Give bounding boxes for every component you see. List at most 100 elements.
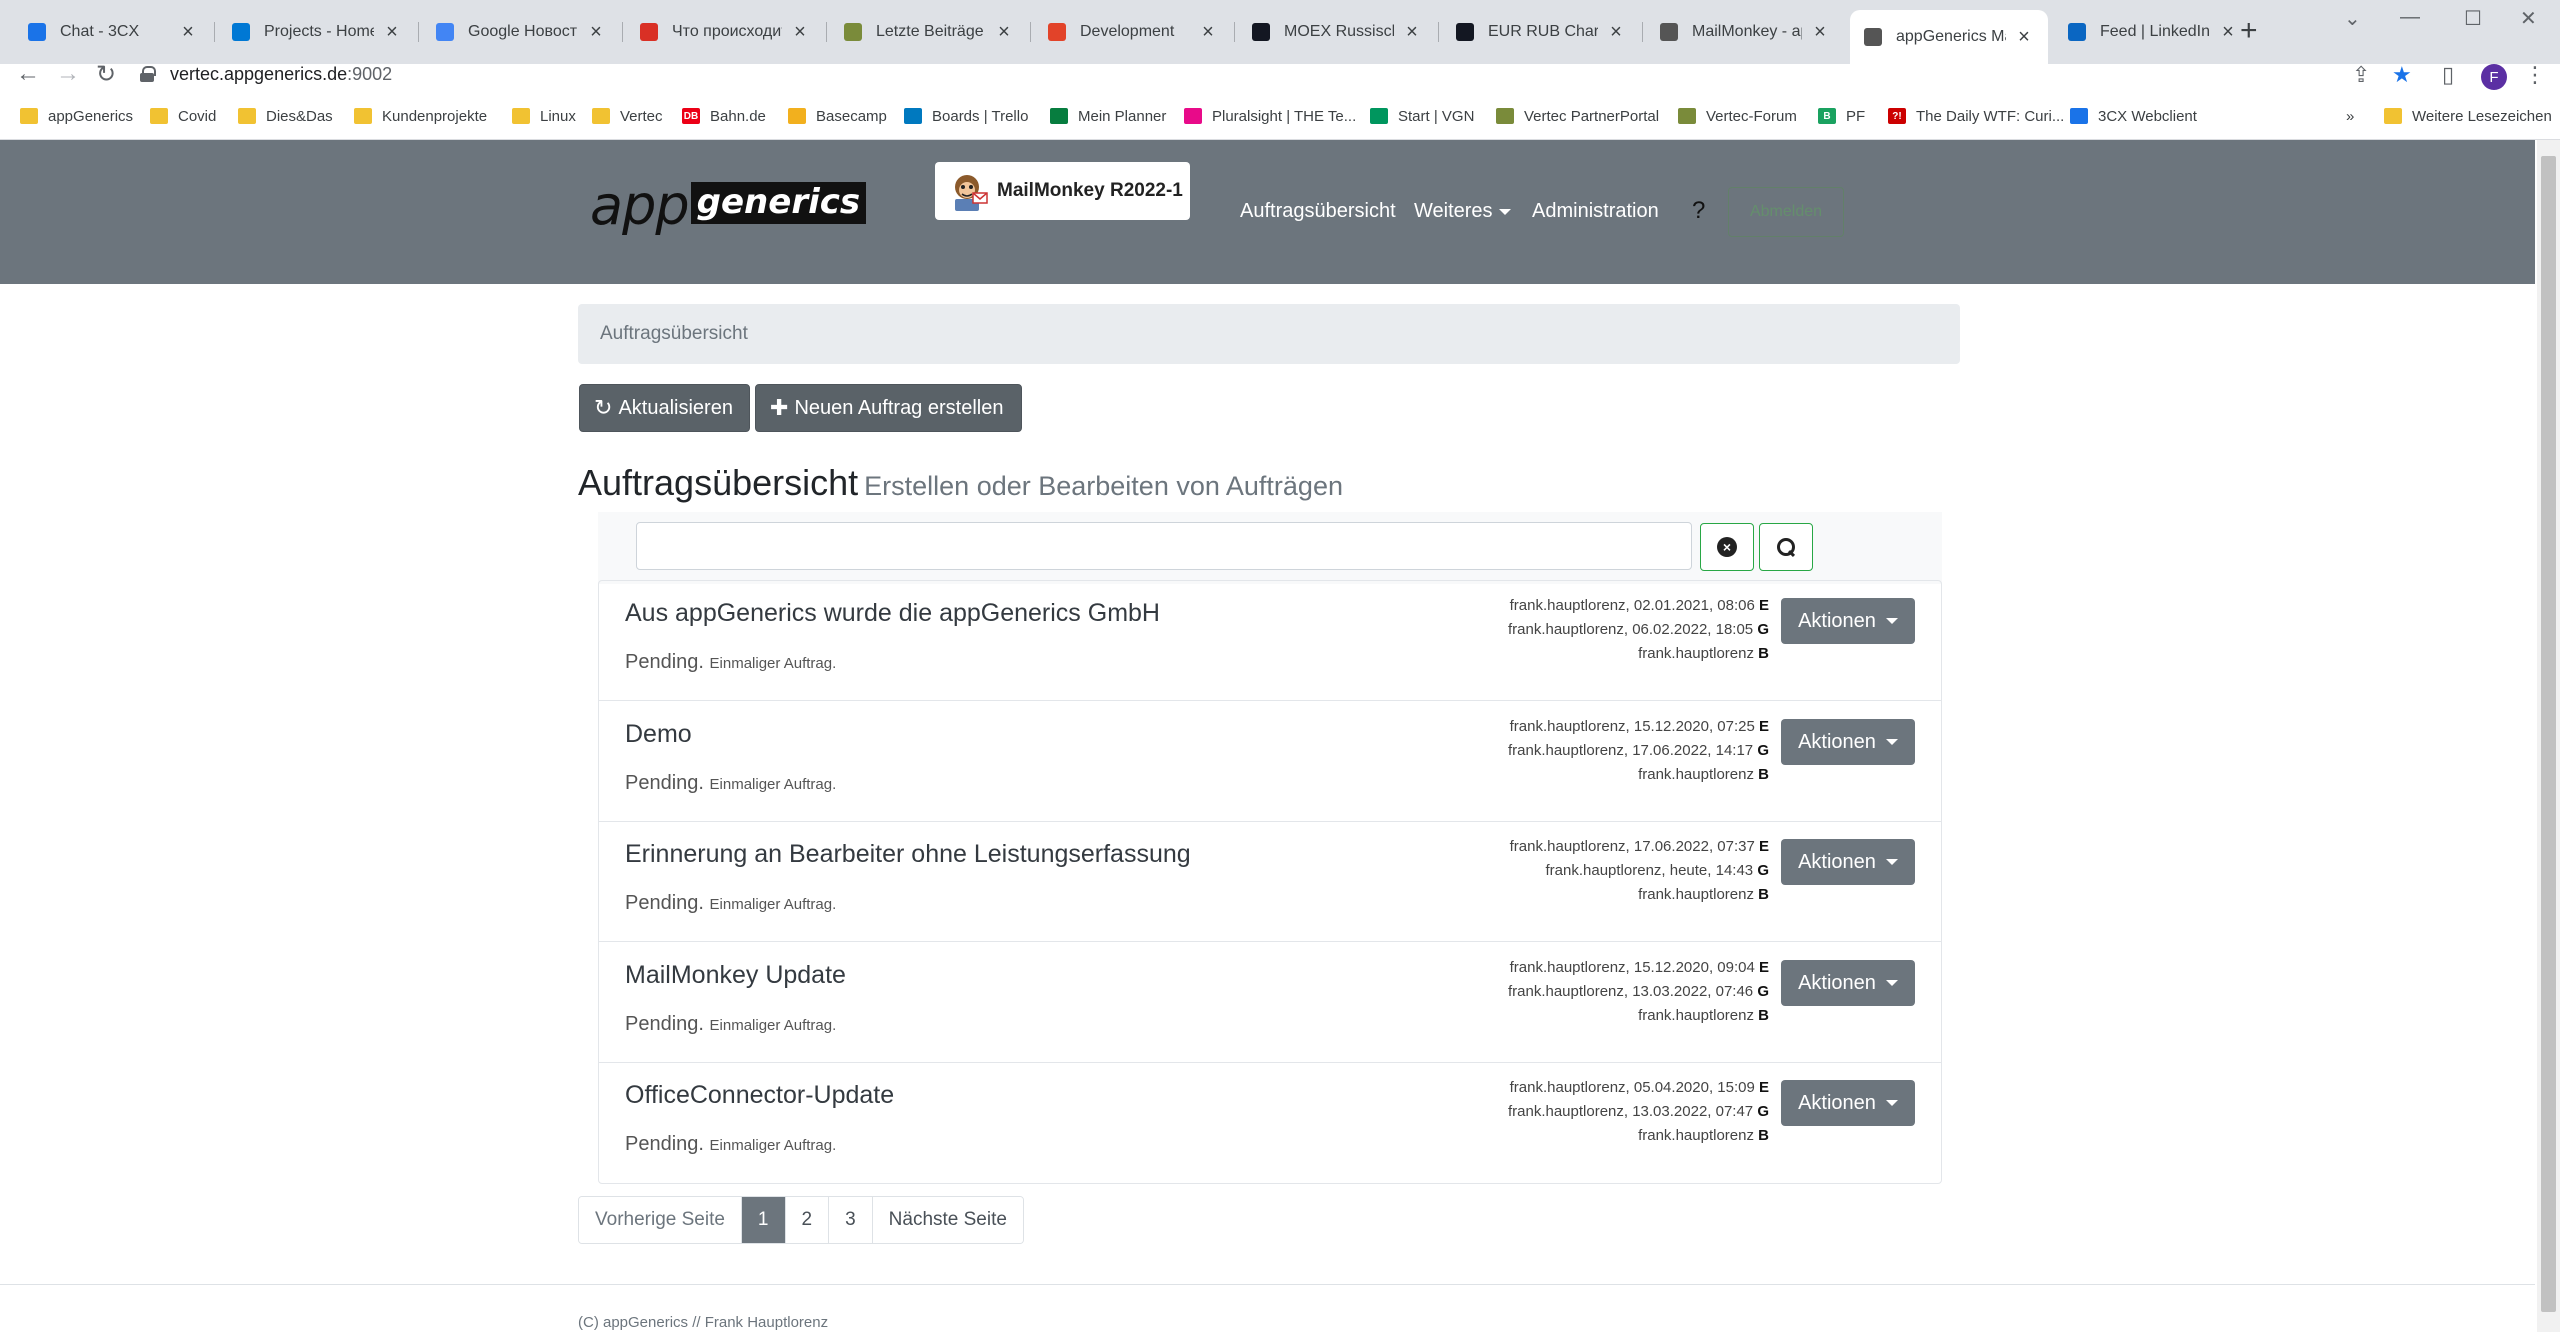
actions-dropdown-button[interactable]: Aktionen <box>1781 1080 1915 1126</box>
browser-tab[interactable]: Development × <box>1034 12 1232 52</box>
bookmark-item[interactable]: Mein Planner <box>1050 104 1166 128</box>
browser-tab[interactable]: Что происходит н × <box>626 12 824 52</box>
help-icon[interactable]: ? <box>1692 197 1705 225</box>
job-row[interactable]: Demo Pending. Einmaliger Auftrag. frank.ha… <box>599 702 1941 822</box>
prev-page-button[interactable]: Vorherige Seite <box>579 1197 742 1243</box>
window-minimize-icon[interactable]: — <box>2400 6 2420 29</box>
browser-menu-icon[interactable]: ⋮ <box>2524 62 2546 88</box>
tab-title: Development <box>1080 23 1175 40</box>
browser-tab[interactable]: MOEX Russischer I × <box>1238 12 1436 52</box>
search-input[interactable] <box>636 522 1692 570</box>
actions-dropdown-button[interactable]: Aktionen <box>1781 598 1915 644</box>
job-title[interactable]: MailMonkey Update <box>625 961 846 990</box>
nav-administration[interactable]: Administration <box>1532 200 1659 223</box>
close-tab-icon[interactable]: × <box>586 21 606 44</box>
actions-dropdown-button[interactable]: Aktionen <box>1781 839 1915 885</box>
reload-icon[interactable]: ↻ <box>96 60 116 89</box>
forward-icon[interactable]: → <box>56 60 80 88</box>
new-tab-icon[interactable]: + <box>2240 14 2258 48</box>
azure-devops-icon <box>232 23 250 41</box>
bookmark-item[interactable]: ?! The Daily WTF: Curi... <box>1888 104 2064 128</box>
scrollbar-thumb[interactable] <box>2541 156 2556 1312</box>
bookmark-item[interactable]: Vertec-Forum <box>1678 104 1797 128</box>
bookmark-item[interactable]: DB Bahn.de <box>682 104 766 128</box>
search-button[interactable] <box>1759 523 1813 571</box>
refresh-button[interactable]: ↻ Aktualisieren <box>579 384 750 432</box>
bookmark-item[interactable]: Vertec PartnerPortal <box>1496 104 1659 128</box>
minimize-icon[interactable]: ⌄ <box>2344 6 2361 31</box>
bookmark-item[interactable]: Vertec <box>592 104 663 128</box>
close-tab-icon[interactable]: × <box>178 21 198 44</box>
bookmark-item[interactable]: Linux <box>512 104 576 128</box>
job-title[interactable]: Erinnerung an Bearbeiter ohne Leistungse… <box>625 840 1191 869</box>
job-title[interactable]: Demo <box>625 720 692 749</box>
bookmark-item[interactable]: B PF <box>1818 104 1865 128</box>
bookmark-item[interactable]: Covid <box>150 104 216 128</box>
bookmarks-overflow[interactable]: » <box>2346 104 2354 128</box>
actions-dropdown-button[interactable]: Aktionen <box>1781 719 1915 765</box>
browser-tab[interactable]: appGenerics Maili × <box>1850 10 2048 64</box>
close-tab-icon[interactable]: × <box>382 21 402 44</box>
job-title[interactable]: OfficeConnector-Update <box>625 1081 894 1110</box>
bookmark-item[interactable]: Dies&Das <box>238 104 333 128</box>
clear-search-button[interactable]: × <box>1700 523 1754 571</box>
close-tab-icon[interactable]: × <box>2014 26 2034 49</box>
side-panel-icon[interactable]: ▯ <box>2442 62 2454 88</box>
bookmark-item[interactable]: Start | VGN <box>1370 104 1474 128</box>
close-tab-icon[interactable]: × <box>1198 21 1218 44</box>
bookmark-item[interactable]: Kundenprojekte <box>354 104 487 128</box>
job-status: Pending. Einmaliger Auftrag. <box>625 892 837 914</box>
breadcrumb-item[interactable]: Auftragsübersicht <box>600 323 748 345</box>
bookmark-item[interactable]: Basecamp <box>788 104 887 128</box>
logout-button[interactable]: Abmelden <box>1728 187 1844 237</box>
bookmark-item[interactable]: 3CX Webclient <box>2070 104 2197 128</box>
profile-avatar[interactable]: F <box>2481 64 2507 90</box>
close-tab-icon[interactable]: × <box>994 21 1014 44</box>
job-row[interactable]: OfficeConnector-Update Pending. Einmalige… <box>599 1063 1941 1183</box>
bookmark-star-icon[interactable]: ★ <box>2392 62 2412 88</box>
browser-tab[interactable]: EUR RUB Chart - E × <box>1442 12 1640 52</box>
page-3-button[interactable]: 3 <box>829 1197 873 1243</box>
maximize-icon[interactable]: ☐ <box>2464 6 2482 31</box>
bookmark-label: Vertec-Forum <box>1706 107 1797 125</box>
share-icon[interactable]: ⇪ <box>2352 62 2370 88</box>
close-tab-icon[interactable]: × <box>1402 21 1422 44</box>
window-close-icon[interactable]: ✕ <box>2520 6 2537 31</box>
mailmonkey-brand[interactable]: MailMonkey R2022-1 <box>935 162 1190 220</box>
browser-tab[interactable]: Google Новости × <box>422 12 620 52</box>
browser-tab[interactable]: Chat - 3CX × <box>14 12 212 52</box>
close-tab-icon[interactable]: × <box>790 21 810 44</box>
job-title[interactable]: Aus appGenerics wurde die appGenerics Gm… <box>625 599 1160 628</box>
bookmark-item[interactable]: appGenerics <box>20 104 133 128</box>
bookmark-item[interactable]: Boards | Trello <box>904 104 1028 128</box>
browser-tab[interactable]: Projects - Home × <box>218 12 416 52</box>
browser-tab[interactable]: MailMonkey - app × <box>1646 12 1844 52</box>
close-tab-icon[interactable]: × <box>2218 21 2238 44</box>
back-icon[interactable]: ← <box>16 60 40 88</box>
bookmark-label: Kundenprojekte <box>382 107 488 125</box>
bookmark-label: Boards | Trello <box>932 107 1029 125</box>
browser-tab[interactable]: Feed | LinkedIn × <box>2054 12 2252 52</box>
other-bookmarks[interactable]: Weitere Lesezeichen <box>2384 104 2552 128</box>
nav-auftragsuebersicht[interactable]: Auftragsübersicht <box>1240 200 1396 223</box>
page-1-button[interactable]: 1 <box>741 1197 786 1243</box>
job-row[interactable]: Aus appGenerics wurde die appGenerics Gm… <box>599 581 1941 701</box>
actions-dropdown-button[interactable]: Aktionen <box>1781 960 1915 1006</box>
bookmark-item[interactable]: Pluralsight | THE Te... <box>1184 104 1356 128</box>
lock-icon[interactable] <box>140 66 156 82</box>
browser-tab[interactable]: Letzte Beiträge - V × <box>830 12 1028 52</box>
url-port: :9002 <box>347 63 393 84</box>
appgenerics-logo[interactable]: app generics <box>590 176 867 236</box>
site-favicon-icon <box>1370 108 1388 124</box>
page-2-button[interactable]: 2 <box>785 1197 830 1243</box>
job-row[interactable]: Erinnerung an Bearbeiter ohne Leistungse… <box>599 822 1941 942</box>
close-tab-icon[interactable]: × <box>1606 21 1626 44</box>
job-row[interactable]: MailMonkey Update Pending. Einmaliger Auf… <box>599 943 1941 1063</box>
next-page-button[interactable]: Nächste Seite <box>872 1197 1023 1243</box>
new-job-button[interactable]: ✚ Neuen Auftrag erstellen <box>755 384 1022 432</box>
close-tab-icon[interactable]: × <box>1810 21 1830 44</box>
address-bar[interactable]: vertec.appgenerics.de:9002 <box>140 60 2330 88</box>
job-created-meta: frank.hauptlorenz, 15.12.2020, 07:25 E <box>1509 718 1769 735</box>
tab-title: MOEX Russischer I <box>1284 23 1394 40</box>
nav-weiteres-dropdown[interactable]: Weiteres <box>1414 200 1511 223</box>
